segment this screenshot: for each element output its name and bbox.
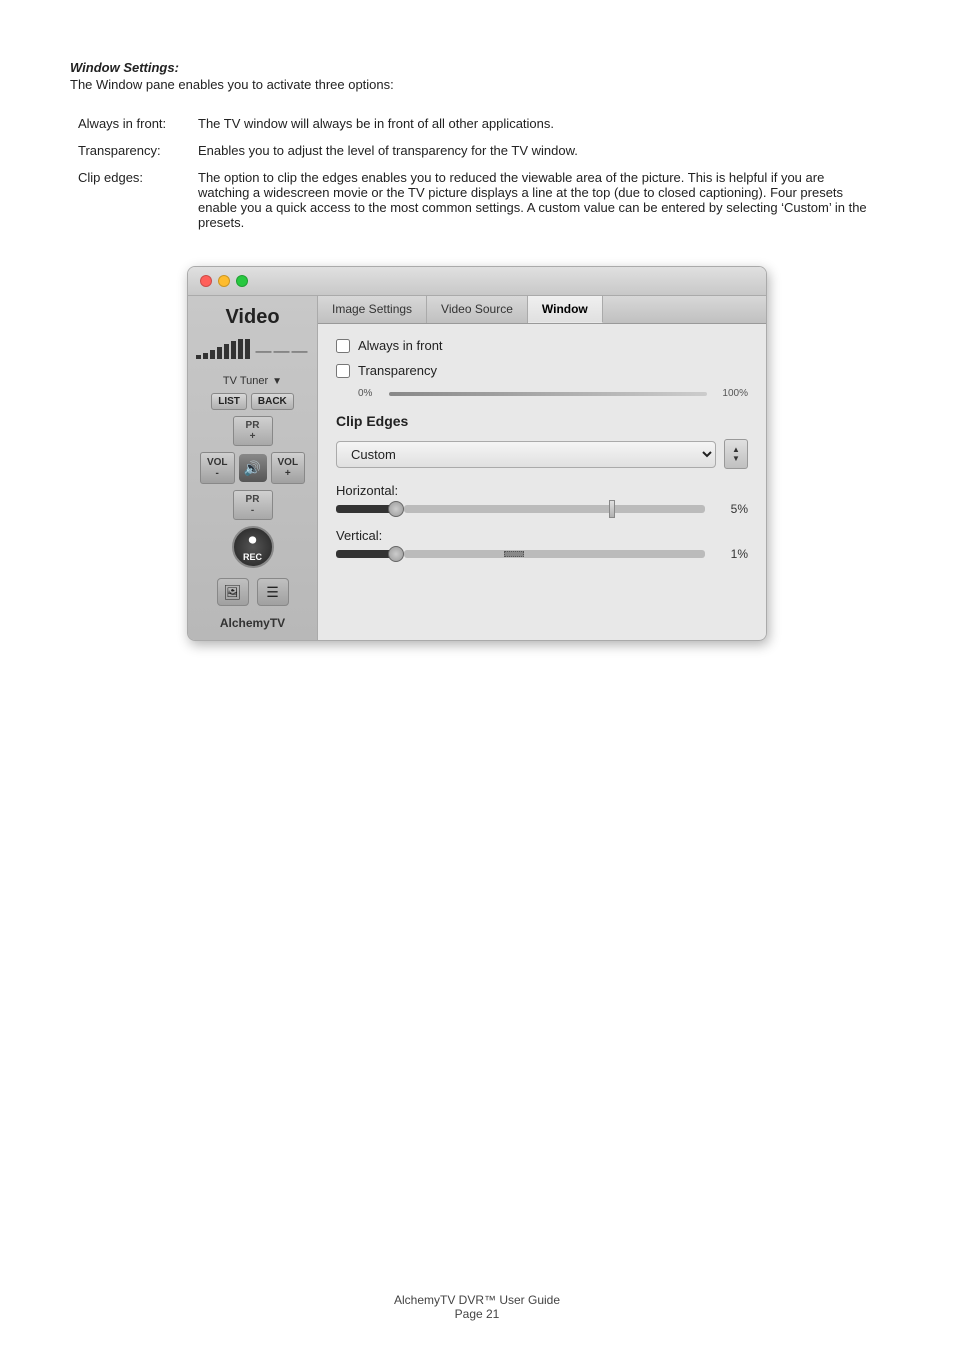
- stepper-down-icon: ▼: [732, 455, 740, 463]
- pr-plus-button[interactable]: PR+: [233, 416, 273, 446]
- horizontal-label: Horizontal:: [336, 483, 748, 498]
- title-bar: [188, 267, 766, 296]
- maximize-button[interactable]: [236, 275, 248, 287]
- gallery-icon-button[interactable]: 🖼: [217, 578, 249, 606]
- transparency-slider-track[interactable]: [389, 392, 707, 396]
- list-button[interactable]: LIST: [211, 393, 247, 410]
- vertical-slider-row: 1%: [336, 547, 748, 561]
- horizontal-pct-label: 5%: [713, 502, 748, 516]
- def-row-transparency: Transparency: Enables you to adjust the …: [70, 137, 884, 164]
- vertical-slider-section: Vertical: 1%: [336, 528, 748, 561]
- def-term-clip: Clip edges:: [70, 164, 190, 236]
- tab-image-settings[interactable]: Image Settings: [318, 296, 427, 323]
- preset-select[interactable]: Custom 0% 5% 10%: [336, 441, 716, 468]
- def-term-always: Always in front:: [70, 110, 190, 137]
- list-icon-button[interactable]: ☰: [257, 578, 289, 606]
- def-desc-clip: The option to clip the edges enables you…: [190, 164, 884, 236]
- horizontal-slider-row: 5%: [336, 502, 748, 516]
- horizontal-slider-thumb[interactable]: [388, 501, 404, 517]
- footer-line2: Page 21: [0, 1307, 954, 1321]
- section-intro: The Window pane enables you to activate …: [70, 77, 884, 92]
- app-window: Video ——— TV Tuner: [187, 266, 767, 641]
- def-desc-always: The TV window will always be in front of…: [190, 110, 884, 137]
- def-term-transparency: Transparency:: [70, 137, 190, 164]
- always-in-front-row: Always in front: [336, 338, 748, 353]
- main-panel: Image Settings Video Source Window Alway…: [318, 296, 766, 640]
- rec-button[interactable]: ⏺ REC: [232, 526, 274, 568]
- transparency-row: Transparency: [336, 363, 748, 378]
- dash-line: ———: [256, 343, 310, 361]
- def-row-always: Always in front: The TV window will alwa…: [70, 110, 884, 137]
- always-in-front-label: Always in front: [358, 338, 443, 353]
- list-back-row: LIST BACK: [196, 393, 309, 410]
- page-content: Window Settings: The Window pane enables…: [0, 0, 954, 711]
- app-body: Video ——— TV Tuner: [188, 296, 766, 640]
- vertical-slider-thumb[interactable]: [388, 546, 404, 562]
- speaker-icon: 🔊: [239, 454, 267, 482]
- vertical-slider-left: [336, 550, 396, 558]
- tab-bar: Image Settings Video Source Window: [318, 296, 766, 324]
- vertical-slider-indicator: [504, 551, 524, 557]
- close-button[interactable]: [200, 275, 212, 287]
- vertical-pct-label: 1%: [713, 547, 748, 561]
- tuner-dropdown-icon[interactable]: ▼: [272, 376, 282, 387]
- horizontal-slider-right[interactable]: [404, 505, 705, 513]
- panel-content: Always in front Transparency 0% 100%: [318, 324, 766, 587]
- vol-minus-button[interactable]: VOL-: [200, 452, 235, 484]
- definition-table: Always in front: The TV window will alwa…: [70, 110, 884, 236]
- tab-video-source[interactable]: Video Source: [427, 296, 528, 323]
- rec-icon: ⏺: [248, 532, 256, 550]
- horizontal-slider-section: Horizontal: 5%: [336, 483, 748, 516]
- slider-max-label: 100%: [713, 388, 748, 399]
- sidebar-title: Video: [225, 306, 279, 329]
- app-name-label: AlchemyTV: [220, 616, 285, 630]
- tuner-row: TV Tuner ▼: [196, 375, 309, 387]
- vertical-slider-right[interactable]: [404, 550, 705, 558]
- vertical-label: Vertical:: [336, 528, 748, 543]
- clip-edges-title: Clip Edges: [336, 413, 748, 429]
- stepper-up-icon: ▲: [732, 446, 740, 454]
- rec-label: REC: [243, 552, 262, 562]
- horizontal-slider-left: [336, 505, 396, 513]
- transparency-label: Transparency: [358, 363, 437, 378]
- back-button[interactable]: BACK: [251, 393, 294, 410]
- def-desc-transparency: Enables you to adjust the level of trans…: [190, 137, 884, 164]
- tab-window[interactable]: Window: [528, 296, 603, 323]
- bottom-icons-row: 🖼 ☰: [217, 578, 289, 606]
- footer-line1: AlchemyTV DVR™ User Guide: [0, 1293, 954, 1307]
- pr-minus-button[interactable]: PR-: [233, 490, 273, 520]
- sidebar: Video ——— TV Tuner: [188, 296, 318, 640]
- minimize-button[interactable]: [218, 275, 230, 287]
- page-footer: AlchemyTV DVR™ User Guide Page 21: [0, 1293, 954, 1321]
- slider-min-label: 0%: [358, 388, 383, 399]
- tuner-label: TV Tuner: [223, 375, 268, 387]
- vol-row: VOL- 🔊 VOL+: [200, 452, 305, 484]
- always-in-front-checkbox[interactable]: [336, 339, 350, 353]
- def-row-clip: Clip edges: The option to clip the edges…: [70, 164, 884, 236]
- preset-row: Custom 0% 5% 10% ▲ ▼: [336, 439, 748, 469]
- horizontal-slider-indicator: [609, 500, 615, 518]
- transparency-checkbox[interactable]: [336, 364, 350, 378]
- stepper-button[interactable]: ▲ ▼: [724, 439, 748, 469]
- vol-plus-button[interactable]: VOL+: [271, 452, 306, 484]
- transparency-slider-container: 0% 100%: [336, 388, 748, 399]
- section-heading: Window Settings:: [70, 60, 884, 75]
- signal-bars: [196, 339, 250, 359]
